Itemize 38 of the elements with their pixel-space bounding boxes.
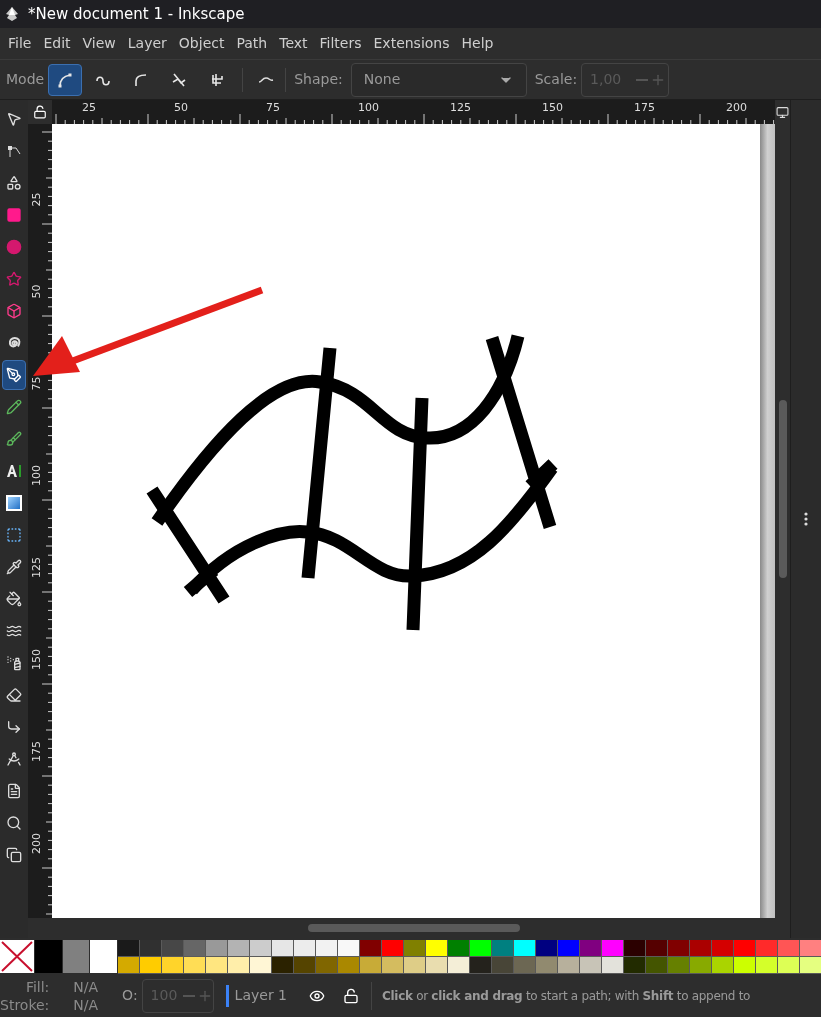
ruler-label: 175 — [634, 102, 655, 113]
menu-item[interactable]: View — [76, 33, 122, 54]
ruler-label: 175 — [30, 740, 42, 764]
menu-item[interactable]: Filters — [313, 33, 368, 54]
menu-item[interactable]: Extensions — [367, 33, 456, 54]
window-title: *New document 1 - Inkscape — [28, 3, 245, 25]
shape-dropdown[interactable]: None — [350, 62, 527, 97]
mode-label: Mode — [6, 70, 45, 89]
fill-label: Fill: — [24, 977, 50, 996]
ruler-label: 200 — [30, 832, 42, 856]
ruler-label: 125 — [450, 102, 471, 113]
scale-label: Scale: — [534, 70, 578, 89]
menu-item[interactable]: File — [2, 33, 38, 54]
layer-name[interactable]: Layer 1 — [234, 985, 287, 1006]
ruler-label: 25 — [30, 191, 42, 209]
menu-item[interactable]: Layer — [121, 33, 173, 54]
ruler-label: 100 — [358, 102, 379, 113]
ruler-label: 150 — [30, 648, 42, 672]
opacity-label: O: — [122, 986, 138, 1005]
ruler-label: 200 — [726, 102, 747, 113]
menu-item[interactable]: Help — [455, 33, 500, 54]
menu-item[interactable]: Text — [273, 33, 314, 54]
ruler-label: 75 — [266, 102, 280, 113]
stroke-label: Stroke: — [0, 995, 50, 1014]
ruler-label: 25 — [82, 102, 96, 113]
fill-value: N/A — [73, 977, 99, 996]
stroke-value: N/A — [73, 995, 99, 1014]
ruler-label: 50 — [30, 283, 42, 301]
ruler-label: 125 — [30, 556, 42, 580]
ruler-label: 150 — [542, 102, 563, 113]
status-message: Click or click and drag to start a path; with Shift to append to — [382, 987, 751, 1005]
menu-item[interactable]: Object — [172, 33, 231, 54]
shape-label: Shape: — [294, 70, 343, 89]
ruler-label: 50 — [174, 102, 188, 113]
ruler-label: 100 — [30, 464, 42, 488]
menu-item[interactable]: Path — [230, 33, 274, 54]
ruler-label: 75 — [30, 375, 42, 393]
menu-item[interactable]: Edit — [37, 33, 77, 54]
